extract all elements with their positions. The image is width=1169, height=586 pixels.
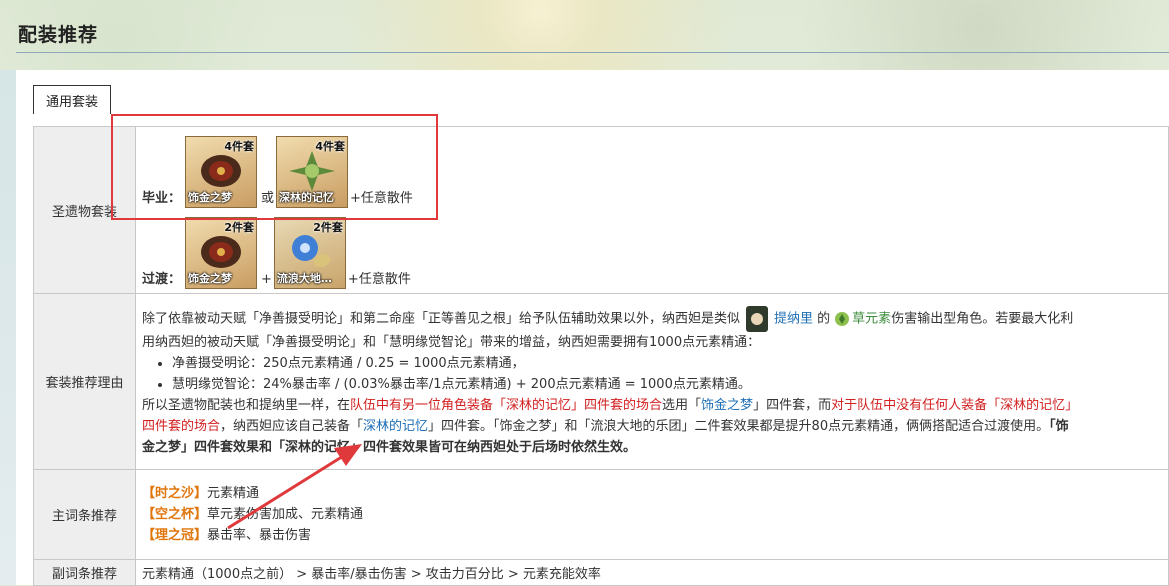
- main-stat-cell: 【时之沙】元素精通 【空之杯】草元素伤害加成、元素精通 【理之冠】暴击率、暴击伤…: [135, 469, 1169, 560]
- header-divider: [16, 52, 1169, 53]
- highlight-text: 队伍中有另一位角色装备「深林的记忆」四件套的场合: [350, 397, 663, 413]
- flower-icon: [201, 235, 242, 268]
- morning-glory-icon: [291, 234, 331, 267]
- main-stat-value: 暴击率、暴击伤害: [207, 528, 312, 543]
- bold-text: 「饰: [1049, 418, 1069, 434]
- set-name: 流浪大地…: [276, 271, 332, 285]
- annotation-highlight-box: [111, 114, 438, 220]
- reason-paragraph: 金之梦」四件套效果和「深林的记忆」四件套效果皆可在纳西妲处于后场时依然生效。: [142, 439, 637, 455]
- highlight-text: 对于队伍中没有任何人装备「深林的记忆」: [831, 397, 1079, 413]
- reason-text: 选用「: [662, 397, 702, 413]
- artifact-icon-gilded-dreams[interactable]: 2件套 饰金之梦: [185, 216, 258, 289]
- main-stat-label: 主词条推荐: [33, 469, 136, 560]
- section-header: 配装推荐: [0, 0, 1169, 54]
- reason-paragraph: 除了依靠被动天赋「净善摄受明论」和第二命座「正等善见之根」给予队伍辅助效果以外，…: [142, 305, 1162, 332]
- transition-set-line: 过渡： 2件套 饰金之梦 + 2件套 流浪大地… +任意散件: [142, 213, 1162, 289]
- dendro-element-icon: [835, 311, 850, 326]
- main-stat-line: 【空之杯】草元素伤害加成、元素精通: [142, 504, 1162, 525]
- reason-paragraph: 所以圣遗物配装也和提纳里一样，在队伍中有另一位角色装备「深林的记忆」四件套的场合…: [142, 395, 1162, 416]
- set-count-badge: 2件套: [313, 220, 343, 234]
- tighnari-link[interactable]: 提纳里: [774, 311, 813, 326]
- tab-general-set[interactable]: 通用套装: [33, 85, 111, 114]
- table-row: 套装推荐理由 除了依靠被动天赋「净善摄受明论」和第二命座「正等善见之根」给予队伍…: [33, 293, 1169, 470]
- reason-paragraph: 四件套的场合，纳西妲应该自己装备「深林的记忆」四件套。「饰金之梦」和「流浪大地的…: [142, 416, 1162, 437]
- dendro-element-text: 草元素: [852, 311, 892, 326]
- plus-text: +: [261, 271, 272, 287]
- background-left-strip: [0, 70, 16, 585]
- reason-label: 套装推荐理由: [33, 293, 136, 470]
- main-stat-value: 元素精通: [207, 486, 260, 501]
- reason-text: 的: [813, 311, 831, 326]
- reason-paragraph: 用纳西妲的被动天赋「净善摄受明论」和「慧明缘觉智论」带来的增益，纳西妲需要拥有1…: [142, 334, 761, 350]
- list-item: 慧明缘觉智论：24%暴击率 / (0.03%暴击率/1点元素精通) + 200点…: [172, 374, 1162, 395]
- set-name: 饰金之梦: [188, 271, 233, 285]
- main-stat-line: 【理之冠】暴击率、暴击伤害: [142, 525, 1162, 546]
- reason-text: 」四件套，而: [753, 397, 832, 413]
- section-title: 配装推荐: [18, 24, 99, 46]
- reason-text: 」四件套。「饰金之梦」和「流浪大地的乐团」二件套效果都是提升80点元素精通，俩俩…: [428, 418, 1050, 434]
- tighnari-avatar-icon: [746, 305, 769, 332]
- reason-text: 所以圣遗物配装也和提纳里一样，在: [142, 397, 351, 413]
- main-stat-value: 草元素伤害加成、元素精通: [207, 507, 364, 522]
- reason-bullets: 净善摄受明论：250点元素精通 / 0.25 = 1000点元素精通， 慧明缘觉…: [142, 353, 1162, 395]
- list-item: 净善摄受明论：250点元素精通 / 0.25 = 1000点元素精通，: [172, 353, 1162, 374]
- artifact-icon-wanderers-troupe[interactable]: 2件套 流浪大地…: [273, 216, 346, 289]
- main-stat-line: 【时之沙】元素精通: [142, 483, 1162, 504]
- transition-label: 过渡：: [142, 271, 182, 287]
- circlet-tag: 【理之冠】: [142, 528, 208, 543]
- sub-stat-value: 元素精通（1000点之前） > 暴击率/暴击伤害 > 攻击力百分比 > 元素充能…: [135, 559, 1169, 586]
- reason-text: ，纳西妲应该自己装备「: [220, 418, 364, 434]
- goblet-tag: 【空之杯】: [142, 507, 208, 522]
- highlight-text: 四件套的场合: [142, 418, 221, 434]
- any-pieces-text: +任意散件: [347, 271, 411, 287]
- set-link[interactable]: 饰金之梦: [701, 398, 753, 413]
- reason-text: 除了依靠被动天赋「净善摄受明论」和第二命座「正等善见之根」给予队伍辅助效果以外，…: [142, 311, 741, 326]
- reason-cell: 除了依靠被动天赋「净善摄受明论」和第二命座「正等善见之根」给予队伍辅助效果以外，…: [135, 293, 1169, 470]
- table-row: 主词条推荐 【时之沙】元素精通 【空之杯】草元素伤害加成、元素精通 【理之冠】暴…: [33, 469, 1169, 560]
- set-link[interactable]: 深林的记忆: [363, 419, 428, 434]
- sub-stat-label: 副词条推荐: [33, 559, 136, 586]
- sands-tag: 【时之沙】: [142, 486, 208, 501]
- table-row: 副词条推荐 元素精通（1000点之前） > 暴击率/暴击伤害 > 攻击力百分比 …: [33, 559, 1169, 586]
- set-count-badge: 2件套: [224, 220, 255, 234]
- reason-text: 伤害输出型角色。若要最大化利: [891, 311, 1074, 326]
